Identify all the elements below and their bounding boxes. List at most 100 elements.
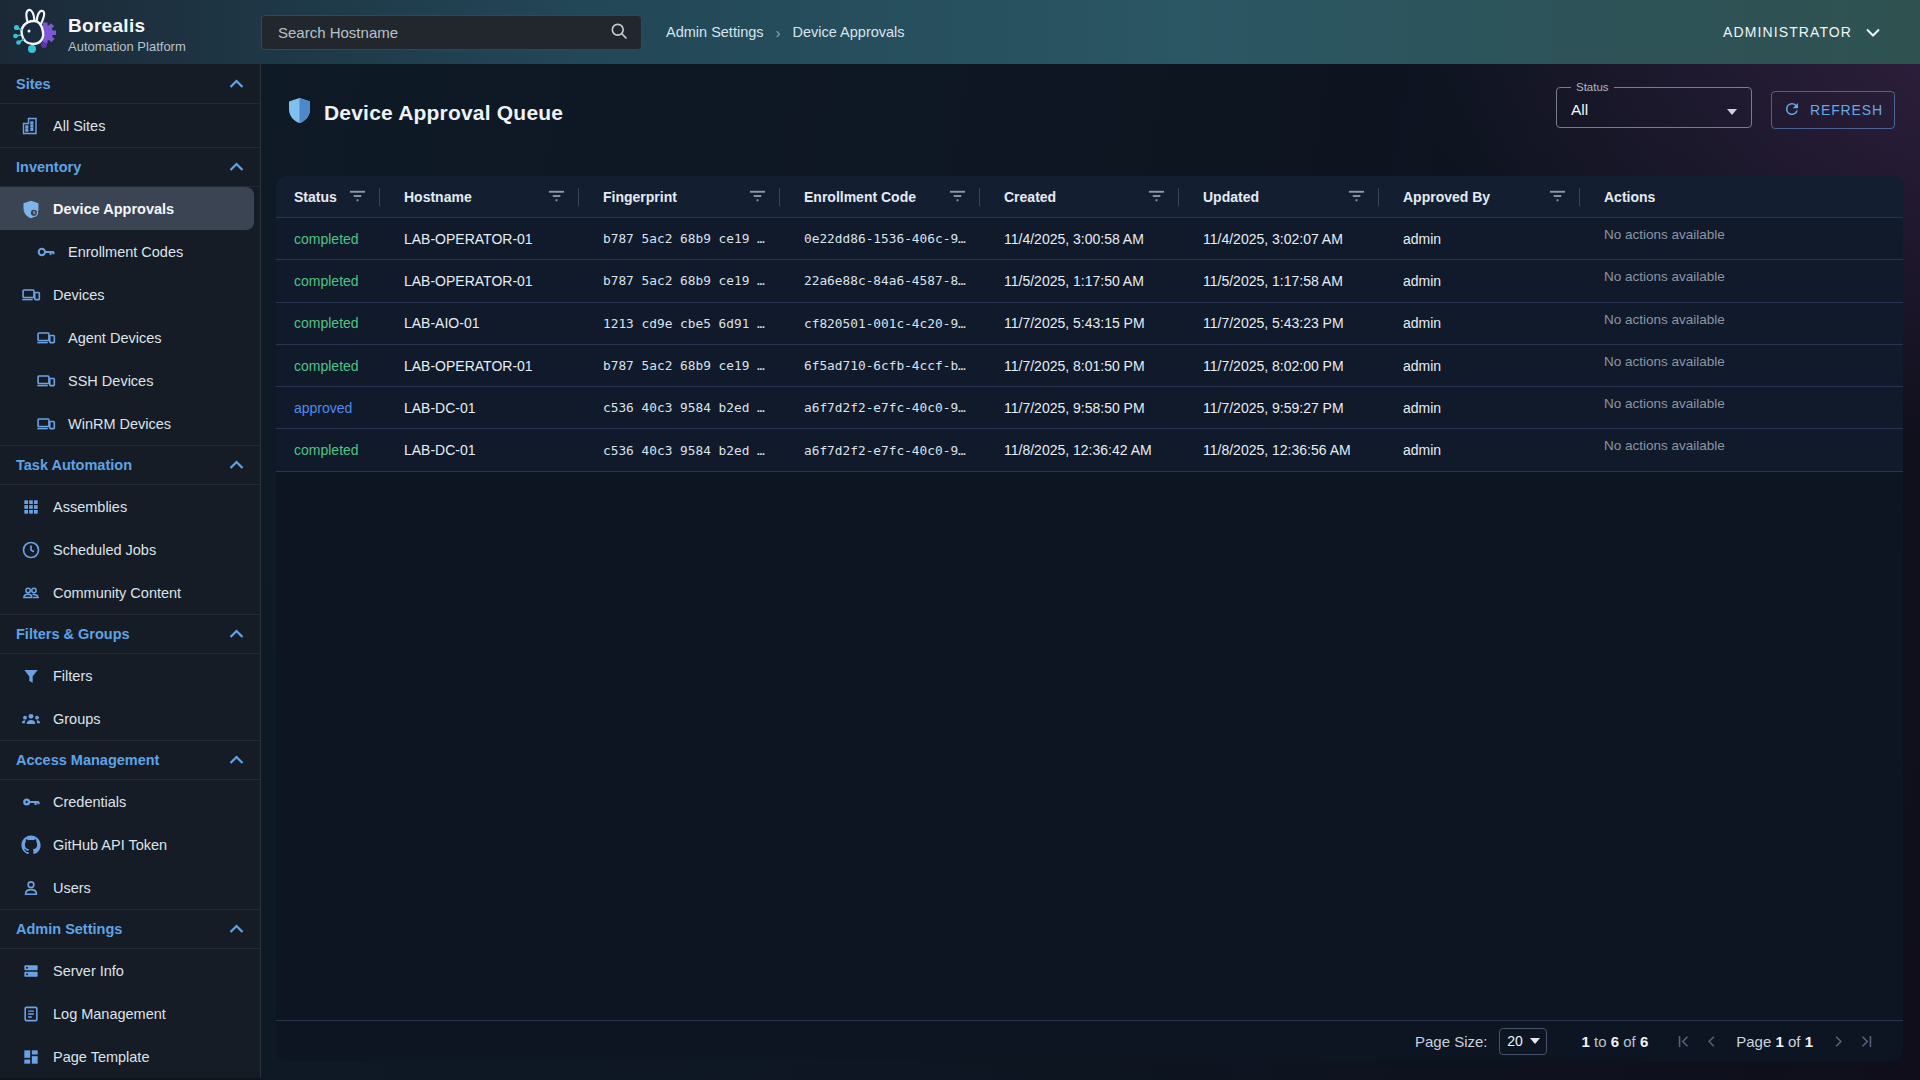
cell-updated: 11/8/2025, 12:36:56 AM <box>1179 429 1379 470</box>
sidebar-item-label: Community Content <box>53 585 181 601</box>
sidebar-item-enrollment-codes[interactable]: Enrollment Codes <box>0 230 260 273</box>
sidebar-item-label: Filters <box>53 668 92 684</box>
sidebar-item-all-sites[interactable]: All Sites <box>0 104 260 147</box>
sidebar-item-page-template[interactable]: Page Template <box>0 1035 260 1078</box>
column-header-label: Actions <box>1604 189 1655 205</box>
sidebar-item-winrm-devices[interactable]: WinRM Devices <box>0 402 260 445</box>
refresh-button[interactable]: REFRESH <box>1771 91 1895 129</box>
sidebar-section-label: Access Management <box>16 752 229 768</box>
cell-enrollment-code: a6f7d2f2-e7fc-40c0-9… <box>780 387 980 428</box>
cell-updated: 11/7/2025, 5:43:23 PM <box>1179 303 1379 344</box>
column-header-fingerprint[interactable]: Fingerprint <box>579 176 780 218</box>
table-row[interactable]: approvedLAB-DC-01c536 40c3 9584 b2ed …a6… <box>276 387 1903 429</box>
page-size-select[interactable]: 20 <box>1499 1028 1547 1055</box>
cell-approved-by: admin <box>1379 387 1580 428</box>
column-filter-icon[interactable] <box>349 189 366 206</box>
search-icon[interactable] <box>609 21 629 45</box>
table-row[interactable]: completedLAB-DC-01c536 40c3 9584 b2ed …a… <box>276 429 1903 471</box>
column-filter-icon[interactable] <box>548 189 565 206</box>
sidebar-section-header-task-automation[interactable]: Task Automation <box>0 445 260 485</box>
cell-enrollment-code: 22a6e88c-84a6-4587-8… <box>780 260 980 301</box>
sidebar-item-label: WinRM Devices <box>68 416 171 432</box>
cell-fingerprint: b787 5ac2 68b9 ce19 … <box>579 218 780 259</box>
breadcrumb-current[interactable]: Device Approvals <box>793 24 905 40</box>
cell-enrollment-code: a6f7d2f2-e7fc-40c0-9… <box>780 429 980 470</box>
sidebar-item-ssh-devices[interactable]: SSH Devices <box>0 359 260 402</box>
device-approval-table: Status Hostname FingerprintEnrollment Code… <box>276 176 1903 1061</box>
column-header-enrollment-code[interactable]: Enrollment Code <box>780 176 980 218</box>
cell-created: 11/7/2025, 9:58:50 PM <box>980 387 1179 428</box>
last-page-button[interactable] <box>1855 1027 1877 1055</box>
previous-page-button[interactable] <box>1700 1027 1722 1055</box>
page-title-shield-icon <box>288 97 311 128</box>
sidebar-item-assemblies[interactable]: Assemblies <box>0 485 260 528</box>
sidebar-item-devices[interactable]: Devices <box>0 273 260 316</box>
sidebar-item-scheduled-jobs[interactable]: Scheduled Jobs <box>0 528 260 571</box>
main-content: Device Approval Queue Status All REFRESH… <box>261 64 1920 1080</box>
devices-icon <box>35 370 57 392</box>
column-filter-icon[interactable] <box>1348 189 1365 206</box>
search-input[interactable]: Search Hostname <box>261 15 642 50</box>
sidebar-item-users[interactable]: Users <box>0 866 260 909</box>
sidebar-item-community-content[interactable]: Community Content <box>0 571 260 614</box>
cell-created: 11/5/2025, 1:17:50 AM <box>980 260 1179 301</box>
page-size-value: 20 <box>1507 1033 1523 1049</box>
column-filter-icon[interactable] <box>1549 189 1566 206</box>
sidebar-section-header-access-management[interactable]: Access Management <box>0 740 260 780</box>
column-header-status[interactable]: Status <box>276 176 380 218</box>
cell-status: completed <box>276 429 380 470</box>
user-menu-button[interactable]: ADMINISTRATOR <box>1723 0 1880 64</box>
column-header-approved-by[interactable]: Approved By <box>1379 176 1580 218</box>
table-row[interactable]: completedLAB-OPERATOR-01b787 5ac2 68b9 c… <box>276 260 1903 302</box>
cell-updated: 11/7/2025, 9:59:27 PM <box>1179 387 1379 428</box>
sidebar-item-github-api-token[interactable]: GitHub API Token <box>0 823 260 866</box>
sidebar-item-log-management[interactable]: Log Management <box>0 992 260 1035</box>
sidebar-item-label: Scheduled Jobs <box>53 542 156 558</box>
sidebar-item-groups[interactable]: Groups <box>0 697 260 740</box>
cell-fingerprint: 1213 cd9e cbe5 6d91 … <box>579 303 780 344</box>
cell-created: 11/4/2025, 3:00:58 AM <box>980 218 1179 259</box>
select-arrow-icon <box>1727 109 1737 115</box>
column-filter-icon[interactable] <box>749 189 766 206</box>
sidebar-section-header-admin-settings[interactable]: Admin Settings <box>0 909 260 949</box>
column-filter-icon[interactable] <box>1148 189 1165 206</box>
sidebar-section-label: Inventory <box>16 159 229 175</box>
sidebar-item-agent-devices[interactable]: Agent Devices <box>0 316 260 359</box>
next-page-button[interactable] <box>1827 1027 1849 1055</box>
cell-approved-by: admin <box>1379 260 1580 301</box>
sidebar-item-server-info[interactable]: Server Info <box>0 949 260 992</box>
sidebar-section-header-filters-groups[interactable]: Filters & Groups <box>0 614 260 654</box>
row-range-text: 1 to 6 of 6 <box>1581 1033 1648 1050</box>
column-header-label: Hostname <box>404 189 472 205</box>
cell-status: completed <box>276 260 380 301</box>
sidebar-item-device-approvals[interactable]: Device Approvals <box>0 187 254 230</box>
breadcrumb-parent[interactable]: Admin Settings <box>666 24 764 40</box>
sidebar-item-credentials[interactable]: Credentials <box>0 780 260 823</box>
sidebar-section-header-sites[interactable]: Sites <box>0 64 260 104</box>
status-filter-select[interactable]: Status All <box>1556 81 1752 128</box>
cell-actions: No actions available <box>1580 387 1902 428</box>
breadcrumb: Admin Settings › Device Approvals <box>666 0 905 64</box>
devices-icon <box>20 284 42 306</box>
first-page-button[interactable] <box>1672 1027 1694 1055</box>
column-header-label: Approved By <box>1403 189 1490 205</box>
chevron-up-icon <box>229 75 244 93</box>
sidebar-item-label: Assemblies <box>53 499 127 515</box>
devices-icon <box>35 413 57 435</box>
sidebar-section-header-inventory[interactable]: Inventory <box>0 147 260 187</box>
table-row[interactable]: completedLAB-OPERATOR-01b787 5ac2 68b9 c… <box>276 218 1903 260</box>
column-header-created[interactable]: Created <box>980 176 1179 218</box>
sidebar-section-label: Admin Settings <box>16 921 229 937</box>
column-header-updated[interactable]: Updated <box>1179 176 1379 218</box>
table-row[interactable]: completedLAB-AIO-011213 cd9e cbe5 6d91 …… <box>276 303 1903 345</box>
groups-icon <box>20 708 42 730</box>
sidebar-item-label: Groups <box>53 711 101 727</box>
cell-status: approved <box>276 387 380 428</box>
column-header-hostname[interactable]: Hostname <box>380 176 579 218</box>
refresh-button-label: REFRESH <box>1810 102 1883 118</box>
sidebar-item-filters[interactable]: Filters <box>0 654 260 697</box>
sidebar-item-label: Devices <box>53 287 105 303</box>
column-filter-icon[interactable] <box>949 189 966 206</box>
column-header-actions[interactable]: Actions <box>1580 176 1902 218</box>
table-row[interactable]: completedLAB-OPERATOR-01b787 5ac2 68b9 c… <box>276 345 1903 387</box>
